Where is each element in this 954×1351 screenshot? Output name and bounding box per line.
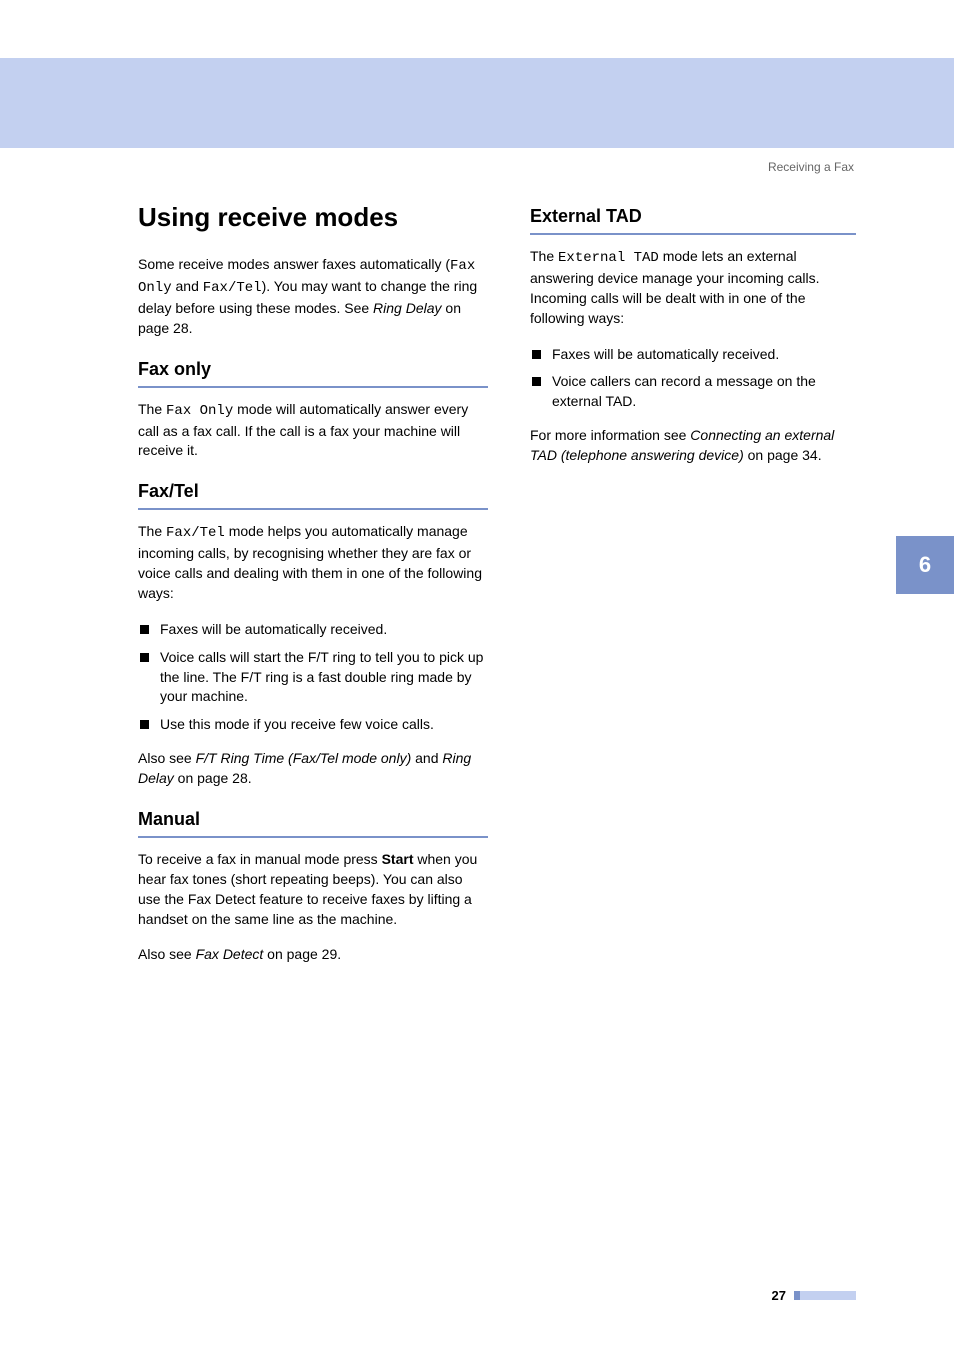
intro-italic: Ring Delay [373,300,441,316]
intro-code-2: Fax/Tel [203,280,262,296]
manual-also: Also see Fax Detect on page 29. [138,945,488,965]
fax-tel-code: Fax/Tel [166,525,225,541]
external-tad-bullets: Faxes will be automatically received. Vo… [530,345,856,413]
intro-text-1: Some receive modes answer faxes automati… [138,256,450,272]
fax-tel-also-mid: and [411,750,442,766]
fax-tel-bullets: Faxes will be automatically received. Vo… [138,620,488,735]
manual-text-a: To receive a fax in manual mode press [138,851,382,867]
fax-tel-paragraph: The Fax/Tel mode helps you automatically… [138,522,488,604]
content-columns: Using receive modes Some receive modes a… [138,202,856,981]
fax-tel-rule [138,508,488,510]
ext-tad-p2tail: on page 34. [744,447,822,463]
page-number-block: 27 [772,1288,856,1303]
fax-tel-also-a: Also see [138,750,196,766]
chapter-number: 6 [919,552,931,578]
fax-tel-text-a: The [138,523,166,539]
header-top-margin [0,0,954,58]
page: Receiving a Fax Using receive modes Some… [0,0,954,1351]
ext-tad-code: External TAD [558,250,659,266]
fax-tel-also-tail: on page 28. [174,770,252,786]
list-item: Use this mode if you receive few voice c… [138,715,488,735]
manual-paragraph: To receive a fax in manual mode press St… [138,850,488,930]
breadcrumb: Receiving a Fax [768,160,854,174]
list-item: Faxes will be automatically received. [530,345,856,365]
main-heading: Using receive modes [138,202,488,233]
fax-only-code: Fax Only [166,403,233,419]
intro-text-mid1: and [172,278,203,294]
manual-also-tail: on page 29. [263,946,341,962]
manual-heading: Manual [138,809,488,830]
list-item: Faxes will be automatically received. [138,620,488,640]
fax-only-rule [138,386,488,388]
ext-tad-text-a: The [530,248,558,264]
fax-only-text-a: The [138,401,166,417]
list-item: Voice callers can record a message on th… [530,372,856,412]
external-tad-rule [530,233,856,235]
page-number: 27 [772,1288,786,1303]
list-item: Voice calls will start the F/T ring to t… [138,648,488,708]
chapter-tab: 6 [896,536,954,594]
manual-also-a: Also see [138,946,196,962]
right-column: External TAD The External TAD mode lets … [530,202,856,981]
fax-only-paragraph: The Fax Only mode will automatically ans… [138,400,488,462]
manual-rule [138,836,488,838]
external-tad-paragraph: The External TAD mode lets an external a… [530,247,856,329]
external-tad-more-info: For more information see Connecting an e… [530,426,856,466]
ext-tad-p2a: For more information see [530,427,690,443]
fax-only-heading: Fax only [138,359,488,380]
fax-tel-heading: Fax/Tel [138,481,488,502]
intro-paragraph: Some receive modes answer faxes automati… [138,255,488,339]
fax-tel-also: Also see F/T Ring Time (Fax/Tel mode onl… [138,749,488,789]
manual-bold: Start [382,851,414,867]
left-column: Using receive modes Some receive modes a… [138,202,488,981]
manual-also-i: Fax Detect [196,946,264,962]
fax-tel-also-i1: F/T Ring Time (Fax/Tel mode only) [196,750,412,766]
page-number-bar-icon [794,1291,856,1300]
external-tad-heading: External TAD [530,206,856,227]
